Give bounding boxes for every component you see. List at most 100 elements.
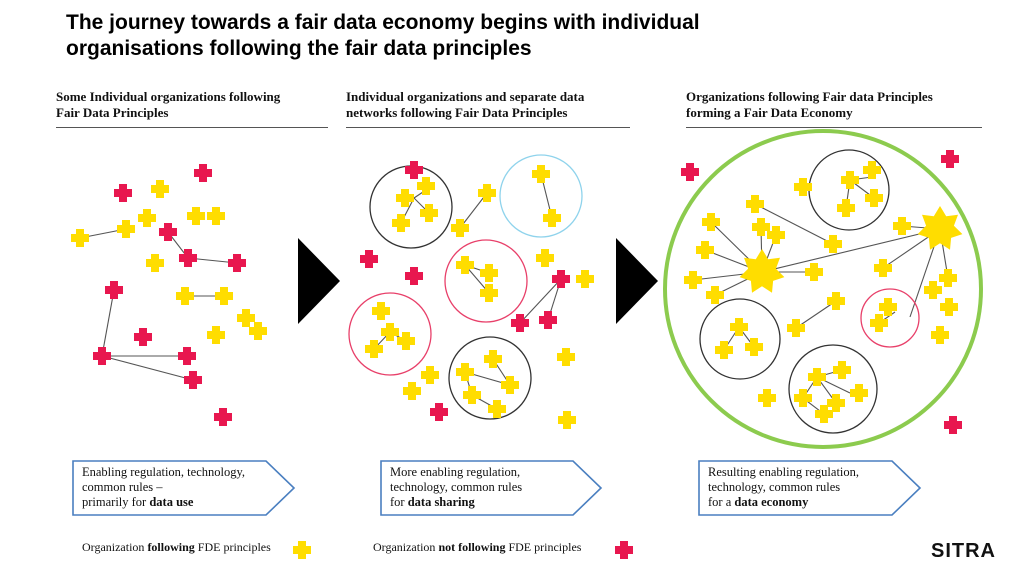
following-org-icon bbox=[187, 207, 205, 225]
following-org-icon bbox=[715, 341, 733, 359]
legend-not-following-prefix: Organization bbox=[373, 540, 439, 554]
following-org-icon bbox=[417, 177, 435, 195]
following-org-icon bbox=[815, 405, 833, 423]
following-org-icon bbox=[931, 326, 949, 344]
following-org-icon bbox=[558, 411, 576, 429]
callout-2-line-3: for data sharing bbox=[390, 495, 522, 510]
following-org-icon bbox=[805, 263, 823, 281]
not-following-org-icon bbox=[179, 249, 197, 267]
network-circle bbox=[860, 288, 920, 348]
callout-1-emphasis: data use bbox=[149, 495, 194, 509]
callout-3-emphasis: data economy bbox=[734, 495, 809, 509]
following-org-icon bbox=[249, 322, 267, 340]
legend-following-prefix: Organization bbox=[82, 540, 148, 554]
following-org-icon bbox=[850, 384, 868, 402]
following-org-icon bbox=[456, 363, 474, 381]
following-org-icon bbox=[117, 220, 135, 238]
callout-2-line-1: More enabling regulation, bbox=[390, 465, 521, 479]
following-org-icon bbox=[841, 171, 859, 189]
following-org-icon bbox=[557, 348, 575, 366]
sitra-logo: SITRA bbox=[931, 540, 996, 562]
following-org-icon bbox=[532, 165, 550, 183]
not-following-org-icon bbox=[681, 163, 699, 181]
callout-3-line-2: technology, common rules bbox=[708, 480, 841, 494]
not-following-org-icon bbox=[405, 161, 423, 179]
following-org-icon bbox=[372, 302, 390, 320]
network-circle bbox=[699, 298, 781, 380]
following-org-icon bbox=[151, 180, 169, 198]
not-following-org-icon bbox=[214, 408, 232, 426]
following-org-icon bbox=[71, 229, 89, 247]
callout-1-line-1: Enabling regulation, technology, bbox=[82, 465, 246, 479]
callout-2-prefix: for bbox=[390, 495, 408, 509]
red-cross-icon bbox=[615, 541, 633, 559]
link-line bbox=[101, 289, 115, 357]
following-org-icon bbox=[745, 338, 763, 356]
following-org-icon bbox=[870, 314, 888, 332]
legend-following-suffix: FDE principles bbox=[194, 540, 271, 554]
legend-not-following-bold: not following bbox=[438, 540, 506, 554]
callout-3-prefix: for a bbox=[708, 495, 735, 509]
not-following-org-icon bbox=[405, 267, 423, 285]
following-org-icon bbox=[865, 189, 883, 207]
step-arrow-2 bbox=[616, 238, 658, 324]
following-org-icon bbox=[488, 400, 506, 418]
following-org-icon bbox=[478, 184, 496, 202]
hub-organization-icon bbox=[739, 249, 785, 293]
following-org-icon bbox=[827, 292, 845, 310]
not-following-org-icon bbox=[360, 250, 378, 268]
following-org-icon bbox=[146, 254, 164, 272]
yellow-cross-icon bbox=[293, 541, 311, 559]
not-following-org-icon bbox=[184, 371, 202, 389]
callout-2-emphasis: data sharing bbox=[407, 495, 475, 509]
hub-organization-icon bbox=[917, 206, 963, 250]
following-org-icon bbox=[827, 394, 845, 412]
following-org-icon bbox=[746, 195, 764, 213]
not-following-org-icon bbox=[539, 311, 557, 329]
following-org-icon bbox=[138, 209, 156, 227]
callout-1-line-3: primarily for data use bbox=[82, 495, 245, 510]
following-org-icon bbox=[543, 209, 561, 227]
following-org-icon bbox=[215, 287, 233, 305]
following-org-icon bbox=[758, 389, 776, 407]
following-org-icon bbox=[501, 376, 519, 394]
following-org-icon bbox=[940, 298, 958, 316]
not-following-org-icon bbox=[941, 150, 959, 168]
not-following-org-icon bbox=[159, 223, 177, 241]
following-org-icon bbox=[787, 319, 805, 337]
not-following-org-icon bbox=[105, 281, 123, 299]
following-org-icon bbox=[696, 241, 714, 259]
not-following-org-icon bbox=[114, 184, 132, 202]
callout-1-line-2: common rules – bbox=[82, 480, 163, 494]
legend-following-bold: following bbox=[147, 540, 195, 554]
following-org-icon bbox=[874, 259, 892, 277]
following-org-icon bbox=[237, 309, 255, 327]
following-org-icon bbox=[207, 326, 225, 344]
following-org-icon bbox=[939, 269, 957, 287]
following-org-icon bbox=[837, 199, 855, 217]
following-org-icon bbox=[397, 332, 415, 350]
following-org-icon bbox=[924, 281, 942, 299]
not-following-org-icon bbox=[178, 347, 196, 365]
following-org-icon bbox=[480, 264, 498, 282]
not-following-org-icon bbox=[228, 254, 246, 272]
not-following-org-icon bbox=[93, 347, 111, 365]
link-line bbox=[761, 228, 941, 273]
callout-2-text: More enabling regulation, technology, co… bbox=[390, 465, 522, 510]
following-org-icon bbox=[824, 235, 842, 253]
following-org-icon bbox=[808, 368, 826, 386]
following-org-icon bbox=[176, 287, 194, 305]
callout-2-line-2: technology, common rules bbox=[390, 480, 523, 494]
following-org-icon bbox=[833, 361, 851, 379]
link-line bbox=[795, 300, 837, 329]
following-org-icon bbox=[893, 217, 911, 235]
following-org-icon bbox=[456, 256, 474, 274]
step-arrow-1 bbox=[298, 238, 340, 324]
following-org-icon bbox=[684, 271, 702, 289]
following-org-icon bbox=[706, 286, 724, 304]
following-org-icon bbox=[576, 270, 594, 288]
callout-1-text: Enabling regulation, technology, common … bbox=[82, 465, 245, 510]
following-org-icon bbox=[403, 382, 421, 400]
following-org-icon bbox=[421, 366, 439, 384]
not-following-org-icon bbox=[194, 164, 212, 182]
